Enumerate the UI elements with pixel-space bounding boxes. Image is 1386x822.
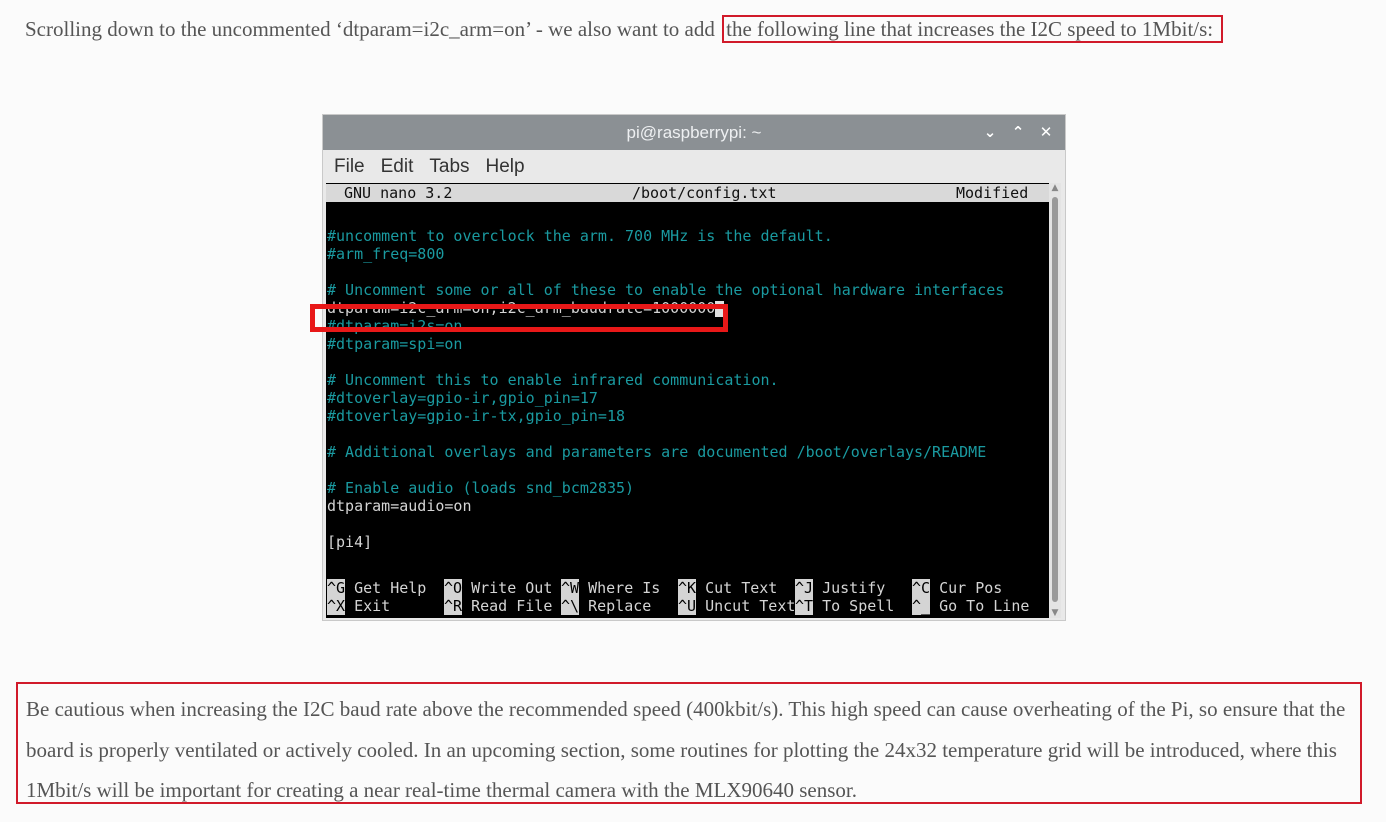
shortcut-key: ^W <box>561 579 580 597</box>
shortcut-label: Replace <box>579 597 652 615</box>
shortcut-label: Read File <box>462 597 553 615</box>
terminal-menubar: File Edit Tabs Help <box>323 150 1065 183</box>
shortcut-item: ^\ Replace <box>561 597 651 615</box>
nano-version: GNU nano 3.2 <box>344 184 453 202</box>
shortcut-key: ^O <box>444 579 463 597</box>
shortcut-key: ^T <box>795 597 814 615</box>
scroll-thumb[interactable] <box>1052 197 1058 602</box>
shortcut-item: ^R Read File <box>444 597 552 615</box>
menu-help[interactable]: Help <box>486 156 525 178</box>
intro-text: Scrolling down to the uncommented ‘dtpar… <box>25 17 721 41</box>
shortcut-item: ^K Cut Text <box>678 579 777 597</box>
editor-line: # Additional overlays and parameters are… <box>327 443 987 461</box>
editor-line: dtparam=audio=on <box>327 497 472 515</box>
shortcut-item: ^C Cur Pos <box>912 579 1002 597</box>
scroll-down-icon[interactable]: ▼ <box>1049 608 1061 618</box>
shortcut-key: ^C <box>912 579 931 597</box>
nano-status: Modified <box>956 184 1029 202</box>
shortcut-key: ^G <box>327 579 346 597</box>
editor-line: #dtoverlay=gpio-ir-tx,gpio_pin=18 <box>327 407 626 425</box>
shortcut-key: ^_ <box>912 597 931 615</box>
editor-line: #arm_freq=800 <box>327 245 445 263</box>
editor-line: dtparam=i2c_arm=on,i2c_arm_baudrate=1000… <box>327 299 1004 317</box>
shortcut-item: ^O Write Out <box>444 579 552 597</box>
terminal-scrollbar[interactable]: ▲ ▼ <box>1049 183 1061 618</box>
intro-paragraph: Scrolling down to the uncommented ‘dtpar… <box>25 14 1224 44</box>
menu-tabs[interactable]: Tabs <box>429 156 469 178</box>
editor-line: #uncomment to overclock the arm. 700 MHz… <box>327 227 833 245</box>
text-cursor <box>715 300 725 317</box>
shortcut-label: Cut Text <box>696 579 778 597</box>
caution-paragraph: Be cautious when increasing the I2C baud… <box>16 682 1362 804</box>
shortcut-label: Go To Line <box>930 597 1030 615</box>
shortcut-label: Get Help <box>345 579 427 597</box>
editor-line: # Uncomment some or all of these to enab… <box>327 281 1005 299</box>
shortcut-label: Justify <box>813 579 886 597</box>
menu-edit[interactable]: Edit <box>381 156 414 178</box>
intro-highlight: the following line that increases the I2… <box>722 15 1224 43</box>
nano-filename: /boot/config.txt <box>632 184 777 202</box>
scroll-up-icon[interactable]: ▲ <box>1049 183 1061 193</box>
nano-shortcuts: ^G Get Help ^O Write Out ^W Where Is ^K Cut… <box>327 579 1047 615</box>
shortcut-key: ^J <box>795 579 814 597</box>
editor-line: [pi4] <box>327 533 373 551</box>
editor-line: #dtoverlay=gpio-ir,gpio_pin=17 <box>327 389 598 407</box>
editor-line: # Uncomment this to enable infrared comm… <box>327 371 779 389</box>
editor-line: #dtparam=i2s=on <box>327 317 463 335</box>
shortcut-label: To Spell <box>813 597 895 615</box>
shortcut-key: ^U <box>678 597 697 615</box>
shortcut-label: Where Is <box>579 579 661 597</box>
terminal-titlebar[interactable]: pi@raspberrypi: ~ ⌄ ⌃ ✕ <box>323 115 1065 150</box>
nano-editor[interactable]: GNU nano 3.2 /boot/config.txt Modified #… <box>326 183 1049 618</box>
maximize-icon[interactable]: ⌃ <box>1009 115 1027 150</box>
shortcut-label: Cur Pos <box>930 579 1003 597</box>
shortcut-key: ^R <box>444 597 463 615</box>
shortcut-label: Uncut Text <box>696 597 796 615</box>
shortcut-item: ^_ Go To Line <box>912 597 1029 615</box>
shortcut-item: ^T To Spell <box>795 597 894 615</box>
shortcut-item: ^X Exit <box>327 597 390 615</box>
minimize-icon[interactable]: ⌄ <box>981 115 999 150</box>
shortcut-key: ^\ <box>561 597 580 615</box>
nano-header: GNU nano 3.2 /boot/config.txt Modified <box>326 184 1049 202</box>
editor-content: #uncomment to overclock the arm. 700 MHz… <box>327 227 1004 551</box>
shortcut-key: ^K <box>678 579 697 597</box>
shortcut-item: ^U Uncut Text <box>678 597 795 615</box>
terminal-window: pi@raspberrypi: ~ ⌄ ⌃ ✕ File Edit Tabs H… <box>322 114 1066 621</box>
shortcut-label: Exit <box>345 597 391 615</box>
menu-file[interactable]: File <box>334 156 365 178</box>
shortcut-item: ^J Justify <box>795 579 885 597</box>
window-title: pi@raspberrypi: ~ <box>626 123 762 142</box>
shortcut-item: ^W Where Is <box>561 579 660 597</box>
editor-line: # Enable audio (loads snd_bcm2835) <box>327 479 635 497</box>
shortcut-key: ^X <box>327 597 346 615</box>
shortcut-label: Write Out <box>462 579 553 597</box>
close-icon[interactable]: ✕ <box>1037 115 1055 150</box>
shortcut-item: ^G Get Help <box>327 579 426 597</box>
editor-line: #dtparam=spi=on <box>327 335 463 353</box>
